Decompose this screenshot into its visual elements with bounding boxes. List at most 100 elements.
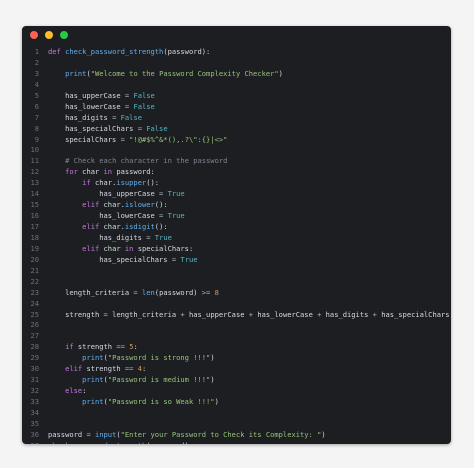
code-line: 28 if strength == 5: bbox=[22, 342, 451, 353]
code-line: 33 print("Password is so Weak !!!") bbox=[22, 397, 451, 408]
code-token: False bbox=[133, 101, 155, 111]
code-text: for char in password: bbox=[48, 167, 155, 178]
code-token: (password) bbox=[154, 287, 202, 297]
code-line: 15 elif char.islower(): bbox=[22, 200, 451, 211]
code-text: def check_password_strength(password): bbox=[48, 47, 210, 58]
code-token: ) bbox=[214, 397, 219, 406]
code-token: # Check each character in the password bbox=[65, 156, 228, 166]
code-text: elif char.isdigit(): bbox=[48, 222, 168, 233]
code-token: password: bbox=[112, 167, 155, 177]
code-token: char. bbox=[99, 200, 125, 210]
code-token: has_digits bbox=[48, 112, 113, 122]
code-text: strength = length_criteria + has_upperCa… bbox=[48, 309, 450, 321]
code-token: has_lowerCase bbox=[48, 101, 125, 111]
code-line: 2 bbox=[22, 58, 451, 69]
code-token: has_specialChars bbox=[376, 309, 450, 319]
code-line: 21 bbox=[22, 266, 451, 277]
code-text: has_lowerCase = False bbox=[48, 102, 155, 113]
code-token: elif bbox=[82, 243, 100, 253]
line-number: 11 bbox=[30, 156, 39, 166]
code-line: 27 bbox=[22, 331, 451, 342]
code-token: : bbox=[133, 342, 138, 352]
code-token: strength bbox=[73, 342, 117, 352]
line-number: 6 bbox=[34, 101, 39, 111]
code-line: 29 print("Password is strong !!!") bbox=[22, 353, 451, 364]
code-token: specialChars: bbox=[133, 243, 194, 253]
line-number: 25 bbox=[30, 309, 39, 319]
line-number: 16 bbox=[30, 211, 39, 221]
code-token: char. bbox=[99, 222, 125, 231]
line-number: 37 bbox=[22, 441, 39, 444]
minimize-window-button[interactable] bbox=[45, 31, 53, 39]
code-line: 25 strength = length_criteria + has_uppe… bbox=[22, 310, 451, 321]
close-window-button[interactable] bbox=[30, 31, 38, 39]
code-token: char bbox=[77, 167, 104, 177]
code-text: password = input("Enter your Password to… bbox=[48, 430, 326, 441]
code-line: 17 elif char.isdigit(): bbox=[22, 222, 451, 233]
code-text: elif char.islower(): bbox=[48, 200, 167, 211]
code-text: has_upperCase = True bbox=[48, 189, 185, 200]
line-number: 21 bbox=[30, 265, 39, 275]
code-token: "Password is medium !!!" bbox=[107, 375, 211, 385]
code-text: print("Password is medium !!!") bbox=[48, 375, 215, 386]
code-token: check_password_strength bbox=[48, 441, 146, 444]
code-text: if strength == 5: bbox=[48, 342, 138, 353]
code-token: True bbox=[167, 189, 185, 199]
code-token: password bbox=[48, 429, 87, 439]
code-line: 7 has_digits = False bbox=[22, 113, 451, 124]
code-line: 16 has_lowerCase = True bbox=[22, 211, 451, 222]
code-line: 35 bbox=[22, 419, 451, 430]
code-token: print bbox=[82, 353, 104, 363]
code-token: has_lowerCase bbox=[48, 211, 160, 221]
code-text: has_lowerCase = True bbox=[48, 211, 184, 222]
code-token: for bbox=[65, 167, 78, 177]
code-token: 8 bbox=[214, 287, 219, 297]
code-token: elif bbox=[82, 222, 100, 231]
line-number: 29 bbox=[30, 353, 39, 363]
code-text: else: bbox=[48, 386, 86, 397]
code-token: specialChars bbox=[48, 134, 121, 144]
line-number: 8 bbox=[34, 123, 39, 133]
code-token: check_password_strength bbox=[65, 47, 164, 56]
maximize-window-button[interactable] bbox=[60, 31, 68, 39]
code-token: ) bbox=[210, 375, 215, 385]
code-token: has_upperCase bbox=[184, 309, 249, 319]
code-line: 32 else: bbox=[22, 386, 451, 397]
line-number: 36 bbox=[30, 429, 39, 439]
code-token: print bbox=[82, 397, 104, 406]
code-token: char bbox=[99, 243, 125, 253]
code-text: print("Welcome to the Password Complexit… bbox=[48, 69, 283, 80]
line-number: 32 bbox=[30, 386, 39, 396]
code-line: 20 has_specialChars = True bbox=[22, 255, 451, 266]
code-text: print("Password is strong !!!") bbox=[48, 353, 214, 364]
code-token: ) bbox=[278, 68, 283, 78]
code-line: 8 has_specialChars = False bbox=[22, 124, 451, 135]
code-token: islower bbox=[124, 200, 155, 210]
code-token: (): bbox=[154, 222, 168, 231]
code-editor[interactable]: 1 def check_password_strength(password): 2… bbox=[22, 47, 451, 444]
code-token: False bbox=[146, 123, 168, 133]
line-number: 20 bbox=[30, 254, 39, 264]
line-number: 14 bbox=[30, 189, 39, 199]
line-number: 13 bbox=[30, 178, 39, 188]
code-token: in bbox=[103, 167, 113, 177]
line-number: 30 bbox=[30, 364, 39, 374]
code-line: 19 elif char in specialChars: bbox=[22, 244, 451, 255]
code-token: has_digits bbox=[48, 232, 147, 242]
code-token: length_criteria bbox=[107, 309, 181, 319]
code-line: 22 bbox=[22, 277, 451, 288]
code-text: elif char in specialChars: bbox=[48, 244, 193, 255]
line-number: 28 bbox=[30, 342, 39, 352]
code-token: == bbox=[116, 342, 125, 352]
code-line: 9 specialChars = "!@#$%^&*(),.?\":{}|<>" bbox=[22, 135, 451, 146]
code-line: 1 def check_password_strength(password): bbox=[22, 47, 451, 58]
code-token: isdigit bbox=[124, 222, 155, 231]
code-token: def bbox=[48, 47, 66, 56]
code-token: : bbox=[82, 386, 87, 396]
